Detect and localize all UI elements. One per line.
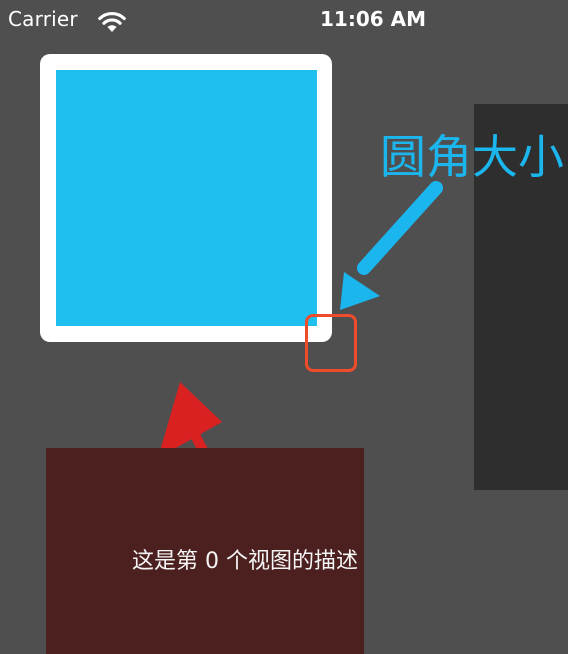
corner-highlight-box xyxy=(305,314,357,372)
view-description: 这是第 0 个视图的描述 xyxy=(132,549,358,574)
corner-radius-label: 圆角大小 xyxy=(380,130,564,184)
time-label: 11:06 AM xyxy=(320,7,427,31)
carrier-label: Carrier xyxy=(8,7,78,31)
arrow-down-left-icon xyxy=(332,178,454,328)
wifi-icon xyxy=(96,10,128,32)
card-fill xyxy=(56,70,317,326)
status-bar: Carrier 11:06 AM xyxy=(0,0,568,40)
